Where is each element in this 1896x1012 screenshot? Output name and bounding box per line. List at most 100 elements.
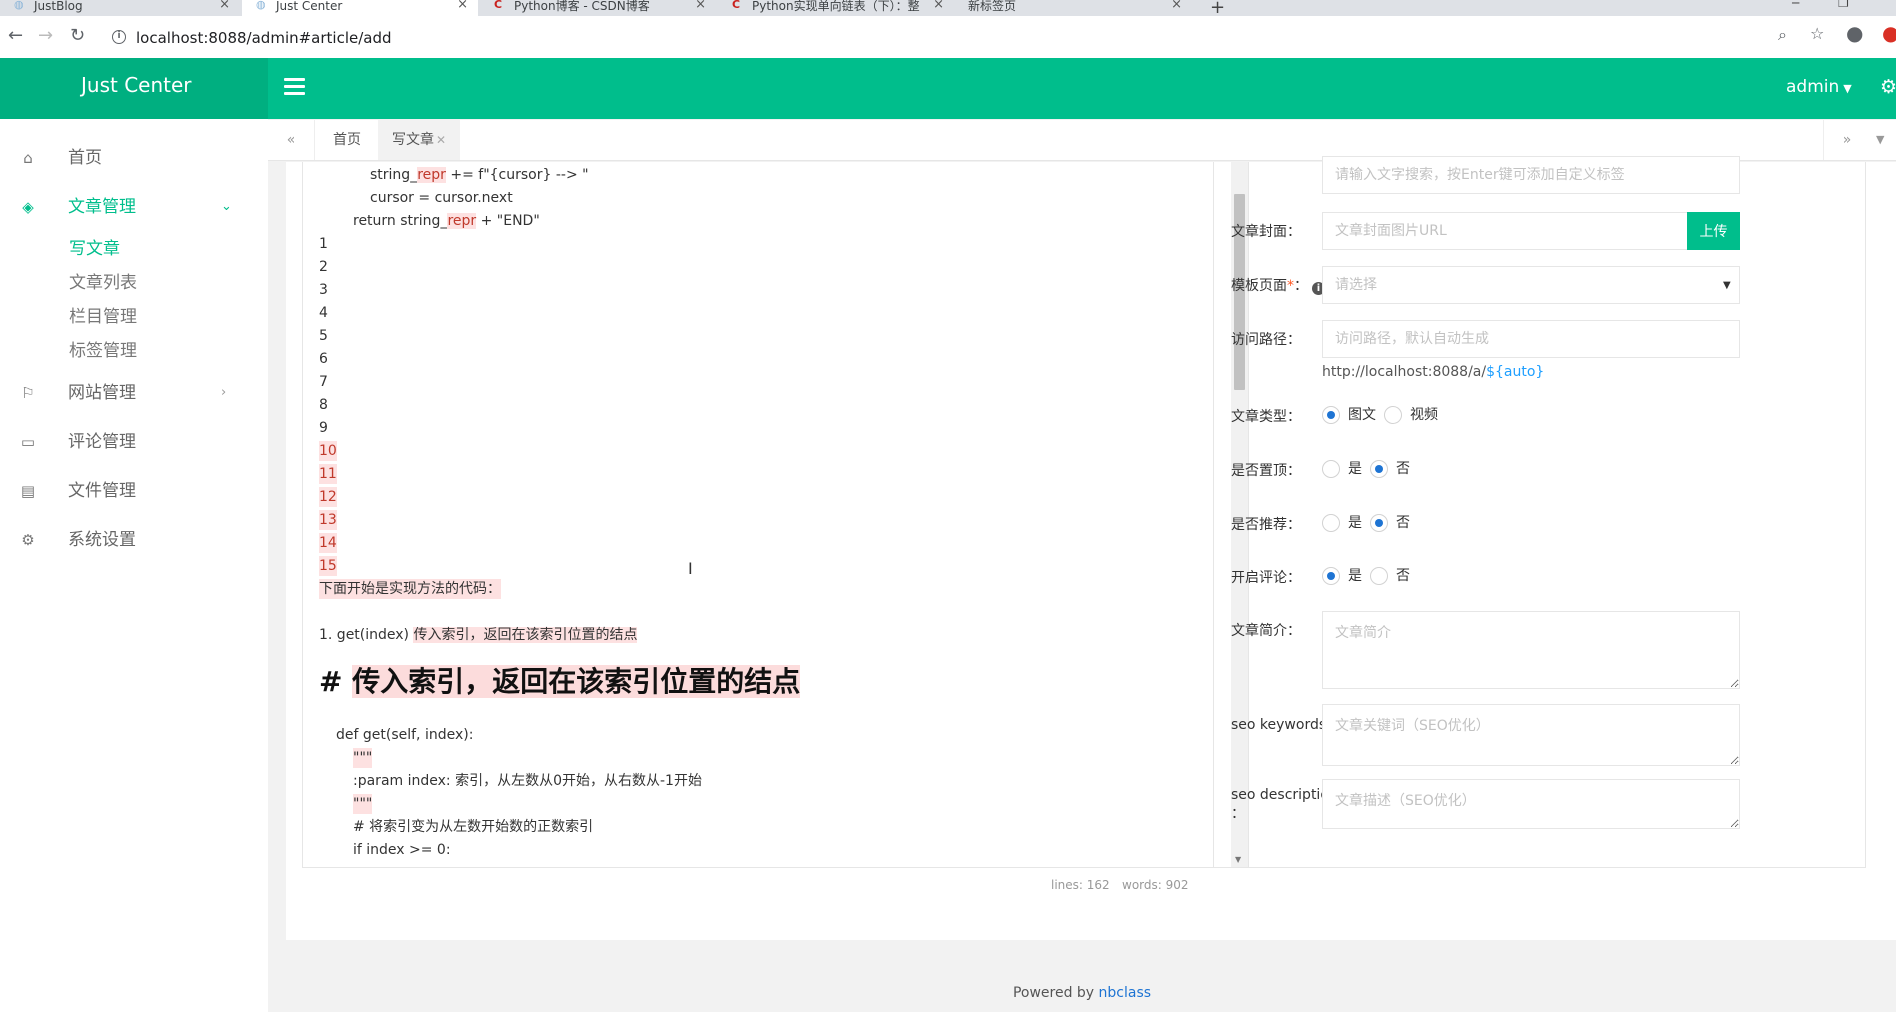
type-radio-video[interactable]: 视频 <box>1384 404 1438 426</box>
seo-keywords-textarea[interactable] <box>1322 704 1740 766</box>
chevron-right-icon: › <box>221 385 227 400</box>
bookmark-star-icon[interactable]: ☆ <box>1810 26 1824 42</box>
sidebar-item-articles[interactable]: ◈ 文章管理 ⌄ <box>0 187 268 227</box>
tab-home[interactable]: 首页 <box>316 120 378 160</box>
seo-description-textarea[interactable] <box>1322 779 1740 829</box>
minimize-icon[interactable]: ─ <box>1792 0 1799 10</box>
sidebar-item-files[interactable]: ▤ 文件管理 <box>0 471 268 511</box>
editor-word-count: words: 902 <box>1122 878 1189 892</box>
dropdown-arrow-icon: ▼ <box>1723 280 1731 291</box>
radio-dot <box>1322 460 1340 478</box>
footer-link[interactable]: nbclass <box>1099 985 1152 1001</box>
code-line: :param index: 索引，从左数从0开始，从右数从-1开始 <box>353 773 702 789</box>
sidebar-item-site[interactable]: ⚐ 网站管理 › <box>0 373 268 413</box>
line-number: 15 <box>319 556 337 576</box>
close-icon[interactable]: × <box>695 0 706 11</box>
heading-h1: # 传入索引，返回在该索引位置的结点 <box>319 665 801 698</box>
close-icon[interactable]: × <box>1171 0 1182 11</box>
restore-icon[interactable]: ❐ <box>1838 0 1849 10</box>
url-text: localhost:8088/admin#article/add <box>136 29 392 47</box>
radio-dot <box>1384 406 1402 424</box>
recommend-radio-yes[interactable]: 是 <box>1322 512 1362 534</box>
text-cursor-icon: I <box>688 559 693 578</box>
template-select[interactable] <box>1322 266 1740 304</box>
home-icon: ⌂ <box>23 149 33 167</box>
line-number: 3 <box>319 282 328 298</box>
cover-url-input[interactable] <box>1322 212 1740 250</box>
globe-icon: ◍ <box>256 0 266 11</box>
sidebar: ⌂ 首页 ◈ 文章管理 ⌄ 写文章 文章列表 栏目管理 标签管理 ⚐ 网站管理 … <box>0 119 268 1012</box>
url-field[interactable]: i localhost:8088/admin#article/add <box>104 23 1804 53</box>
close-icon[interactable]: × <box>457 0 468 11</box>
recommend-radio-no[interactable]: 否 <box>1370 512 1410 534</box>
upload-button[interactable]: 上传 <box>1687 212 1740 250</box>
comment-label: 开启评论： <box>1231 570 1301 586</box>
double-chevron-left-icon[interactable]: « <box>268 120 315 160</box>
sidebar-item-label: 评论管理 <box>68 432 136 452</box>
sidebar-item-label: 首页 <box>68 148 102 168</box>
browser-tab-title: 新标签页 <box>968 0 1017 13</box>
extension-icon[interactable]: ● <box>1882 23 1896 43</box>
browser-tab[interactable]: ◍ JustBlog × <box>0 0 240 16</box>
file-icon: ▤ <box>20 482 36 500</box>
close-icon[interactable]: × <box>933 0 944 11</box>
line-number: 7 <box>319 374 328 390</box>
browser-tab[interactable]: C Python实现单向链表（下）：整 × <box>718 0 954 16</box>
sidebar-subitem-write[interactable]: 写文章 <box>69 234 120 264</box>
zoom-icon[interactable]: ⌕ <box>1778 27 1787 43</box>
sidebar-item-label: 文章管理 <box>68 197 136 217</box>
globe-icon: ◍ <box>14 0 24 11</box>
forward-icon[interactable]: → <box>38 27 53 45</box>
tab-write-article[interactable]: 写文章 ✕ <box>378 120 460 160</box>
radio-dot <box>1370 514 1388 532</box>
line-number: 12 <box>319 487 337 507</box>
summary-textarea[interactable] <box>1322 611 1740 689</box>
code-line: string_repr += f"{cursor} --> " <box>370 167 589 183</box>
user-menu[interactable]: admin ▼ <box>1786 77 1852 97</box>
flag-icon: ⚐ <box>21 384 35 402</box>
menu-toggle-icon[interactable] <box>284 78 305 96</box>
top-radio-no[interactable]: 否 <box>1370 458 1410 480</box>
radio-dot <box>1322 514 1340 532</box>
comment-radio-yes[interactable]: 是 <box>1322 565 1362 587</box>
browser-tab-active[interactable]: ◍ Just Center × <box>242 0 478 16</box>
browser-tab[interactable]: C Python博客 - CSDN博客 × <box>480 0 716 16</box>
logo[interactable]: Just Center <box>0 58 268 119</box>
line-number: 6 <box>319 351 328 367</box>
back-icon[interactable]: ← <box>8 27 23 45</box>
markdown-editor[interactable]: string_repr += f"{cursor} --> " cursor =… <box>302 162 1249 868</box>
path-hint: http://localhost:8088/a/${auto} <box>1322 364 1545 380</box>
close-icon[interactable]: × <box>219 0 230 11</box>
tags-input[interactable] <box>1322 156 1740 194</box>
profile-icon[interactable]: ● <box>1846 23 1863 43</box>
page-tab-bar: « 首页 写文章 ✕ » ▼ <box>268 120 1896 161</box>
comment-radio-no[interactable]: 否 <box>1370 565 1410 587</box>
browser-tab-title: JustBlog <box>34 0 83 13</box>
sidebar-subitem-columns[interactable]: 栏目管理 <box>69 302 137 332</box>
sidebar-subitem-article-list[interactable]: 文章列表 <box>69 268 137 298</box>
path-input[interactable] <box>1322 320 1740 358</box>
summary-label: 文章简介： <box>1231 623 1301 639</box>
sidebar-subitem-tags[interactable]: 标签管理 <box>69 336 137 366</box>
code-line: return string_repr + "END" <box>353 213 540 229</box>
browser-tab[interactable]: 新标签页 × <box>956 0 1192 16</box>
sidebar-item-comments[interactable]: ▭ 评论管理 <box>0 422 268 462</box>
code-line: if index >= 0: <box>353 842 451 858</box>
tab-menu-caret-icon[interactable]: ▼ <box>1876 120 1884 160</box>
reload-icon[interactable]: ↻ <box>70 27 85 45</box>
code-line: """ <box>353 794 373 814</box>
sidebar-item-label: 网站管理 <box>68 383 136 403</box>
sidebar-item-settings[interactable]: ⚙ 系统设置 <box>0 520 268 560</box>
article-editor-card: string_repr += f"{cursor} --> " cursor =… <box>286 156 1896 940</box>
info-icon[interactable]: i <box>112 30 126 44</box>
top-radio-yes[interactable]: 是 <box>1322 458 1362 480</box>
browser-tab-title: Just Center <box>276 0 343 13</box>
recommend-label: 是否推荐： <box>1231 517 1301 533</box>
double-chevron-right-icon[interactable]: » <box>1823 120 1870 160</box>
sidebar-item-home[interactable]: ⌂ 首页 <box>0 138 268 178</box>
gears-icon[interactable]: ⚙ <box>1880 76 1896 98</box>
type-radio-article[interactable]: 图文 <box>1322 404 1376 426</box>
sidebar-item-label: 文件管理 <box>68 481 136 501</box>
footer: Powered by nbclass <box>268 985 1896 1001</box>
close-icon[interactable]: ✕ <box>436 133 446 147</box>
